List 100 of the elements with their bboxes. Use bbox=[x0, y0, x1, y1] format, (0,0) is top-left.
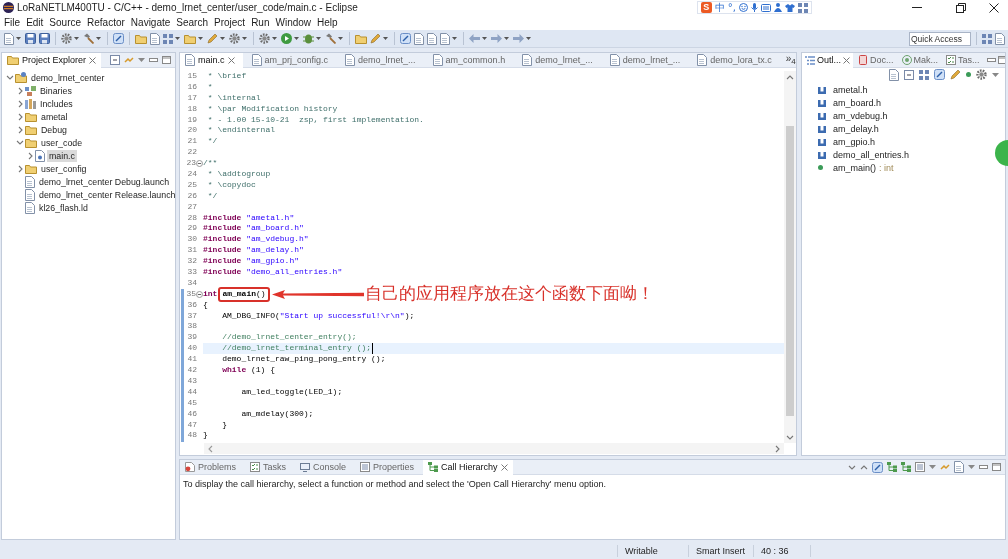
page-icon[interactable] bbox=[440, 32, 450, 45]
play-icon[interactable] bbox=[281, 33, 292, 44]
menu-item[interactable]: Refactor bbox=[87, 17, 125, 28]
edit-icon[interactable] bbox=[872, 461, 883, 473]
page-icon[interactable] bbox=[427, 32, 437, 45]
dropdown-caret-icon[interactable] bbox=[294, 37, 299, 40]
panel-tab[interactable]: Tasks bbox=[245, 460, 292, 475]
minimize-icon[interactable] bbox=[149, 58, 158, 62]
scroll-down-icon[interactable] bbox=[786, 435, 794, 440]
horizontal-scrollbar[interactable] bbox=[204, 443, 784, 454]
bug-icon[interactable] bbox=[303, 33, 314, 44]
page-icon[interactable] bbox=[414, 32, 424, 45]
dropdown-caret-icon[interactable] bbox=[220, 37, 225, 40]
grid-icon[interactable] bbox=[798, 2, 808, 13]
shirt-icon[interactable] bbox=[785, 3, 795, 12]
collapse-all-icon[interactable] bbox=[110, 55, 120, 65]
tree-item[interactable]: demo_lrnet_center Release.launch bbox=[37, 188, 175, 201]
panel-tab[interactable]: Outl... bbox=[802, 53, 853, 68]
chevron-down-icon[interactable] bbox=[6, 75, 14, 80]
close-icon[interactable] bbox=[500, 463, 508, 471]
grid-icon[interactable] bbox=[163, 33, 173, 44]
hammer-icon[interactable] bbox=[325, 33, 336, 44]
keyboard-icon[interactable] bbox=[761, 3, 771, 12]
dropdown-caret-icon[interactable] bbox=[74, 37, 79, 40]
view-menu-icon[interactable] bbox=[992, 72, 999, 77]
folder-icon[interactable] bbox=[355, 33, 367, 44]
chevron-right-icon[interactable] bbox=[17, 99, 23, 108]
punctuation-mode[interactable]: °, bbox=[727, 2, 736, 13]
editor-tab[interactable]: am_common.h bbox=[427, 53, 514, 68]
tree-item[interactable]: Debug bbox=[39, 123, 69, 136]
gear-icon[interactable] bbox=[976, 69, 987, 80]
grid-icon[interactable] bbox=[919, 69, 929, 80]
chevron-right-icon[interactable] bbox=[17, 164, 23, 173]
menu-item[interactable]: File bbox=[4, 17, 21, 28]
close-icon[interactable] bbox=[227, 56, 235, 64]
outline-item[interactable]: am_main() bbox=[833, 162, 876, 173]
menu-item[interactable]: Run bbox=[251, 17, 270, 28]
dropdown-caret-icon[interactable] bbox=[272, 37, 277, 40]
quick-access-field[interactable]: Quick Access bbox=[909, 31, 971, 46]
dropdown-caret-icon[interactable] bbox=[16, 37, 21, 40]
menu-item[interactable]: Navigate bbox=[130, 17, 171, 28]
menu-item[interactable]: Source bbox=[49, 17, 82, 28]
list-icon[interactable] bbox=[915, 462, 925, 472]
outline-item[interactable]: demo_all_entries.h bbox=[833, 149, 910, 160]
edit-icon[interactable] bbox=[400, 33, 411, 44]
editor-tab[interactable]: main.c bbox=[180, 53, 243, 68]
chevron-down-icon[interactable] bbox=[16, 140, 24, 145]
page-icon[interactable] bbox=[995, 32, 1005, 45]
zigzag-icon[interactable] bbox=[940, 463, 950, 471]
maximize-icon[interactable] bbox=[997, 56, 1005, 64]
scroll-up-icon[interactable] bbox=[786, 75, 794, 80]
panel-tab[interactable]: Tas... bbox=[943, 53, 983, 68]
outline-item[interactable]: ametal.h bbox=[833, 84, 868, 95]
editor-tab[interactable]: demo_lrnet_... bbox=[517, 53, 601, 68]
chevron-right-icon[interactable] bbox=[17, 125, 23, 134]
menu-item[interactable]: Edit bbox=[26, 17, 44, 28]
chevron-right-icon[interactable] bbox=[27, 151, 33, 160]
window-grid-icon[interactable] bbox=[982, 33, 992, 44]
dropdown-caret-icon[interactable] bbox=[482, 37, 487, 40]
menu-item[interactable]: Window bbox=[275, 17, 312, 28]
chevron-right-icon[interactable] bbox=[17, 86, 23, 95]
maximize-icon[interactable] bbox=[162, 56, 171, 64]
folder-icon[interactable] bbox=[135, 33, 147, 44]
outline-item[interactable]: am_board.h bbox=[833, 97, 882, 108]
hammer-icon[interactable] bbox=[83, 33, 94, 44]
tree-item[interactable]: user_code bbox=[39, 136, 85, 149]
panel-tab[interactable]: Doc... bbox=[855, 53, 897, 68]
save-icon[interactable] bbox=[39, 33, 50, 44]
view-menu-icon[interactable] bbox=[968, 465, 975, 469]
gear-icon[interactable] bbox=[229, 33, 240, 44]
panel-tab[interactable]: Problems bbox=[180, 460, 241, 475]
hierarchy-icon[interactable] bbox=[901, 462, 911, 472]
view-menu-icon[interactable] bbox=[138, 58, 145, 62]
page-icon[interactable] bbox=[150, 32, 160, 45]
page-icon[interactable] bbox=[889, 68, 899, 81]
collapse-icon[interactable] bbox=[196, 290, 203, 298]
panel-tab[interactable]: Console bbox=[295, 460, 352, 475]
dropdown-caret-icon[interactable] bbox=[526, 37, 531, 40]
menu-item[interactable]: Search bbox=[176, 17, 208, 28]
collapse-all-icon[interactable] bbox=[904, 69, 914, 80]
dropdown-caret-icon[interactable] bbox=[242, 37, 247, 40]
collapse-icon[interactable] bbox=[196, 160, 203, 168]
tree-item[interactable]: ametal bbox=[39, 110, 70, 123]
person-icon[interactable] bbox=[774, 3, 782, 12]
dropdown-caret-icon[interactable] bbox=[338, 37, 343, 40]
panel-tab[interactable]: Project Explorer bbox=[2, 53, 102, 68]
minimize-icon[interactable] bbox=[986, 58, 996, 62]
dropdown-caret-icon[interactable] bbox=[504, 37, 509, 40]
maximize-icon[interactable] bbox=[992, 463, 1001, 471]
dot-icon[interactable] bbox=[966, 72, 971, 77]
dropdown-caret-icon[interactable] bbox=[96, 37, 101, 40]
dropdown-caret-icon[interactable] bbox=[383, 37, 388, 40]
vertical-scrollbar[interactable] bbox=[784, 71, 796, 443]
microphone-icon[interactable] bbox=[751, 3, 758, 12]
panel-tab[interactable]: Properties bbox=[355, 460, 420, 475]
chevron-up-icon[interactable] bbox=[860, 464, 868, 470]
scroll-right-icon[interactable] bbox=[775, 444, 780, 453]
outline-item[interactable]: am_vdebug.h bbox=[833, 110, 888, 121]
tree-item[interactable]: kl26_flash.ld bbox=[37, 201, 90, 214]
close-icon[interactable] bbox=[89, 56, 97, 64]
